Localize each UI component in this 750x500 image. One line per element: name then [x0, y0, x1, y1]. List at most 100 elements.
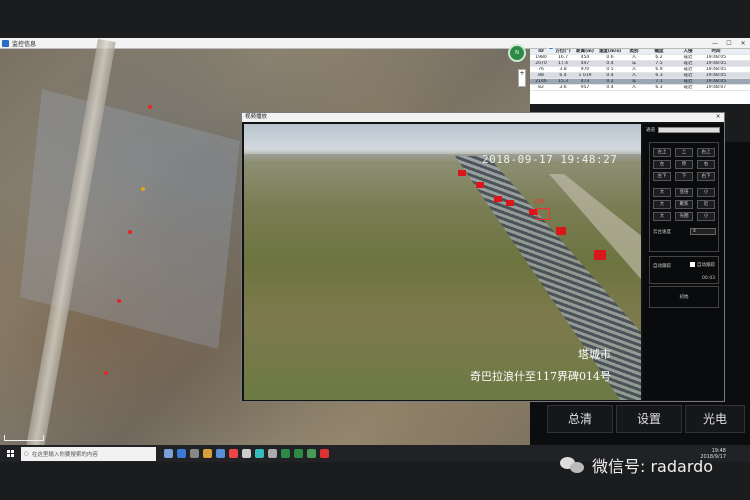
column-header[interactable]: 幅度: [644, 49, 674, 54]
focus-near-button[interactable]: 近: [697, 200, 715, 209]
ptz-control-panel: 通道 左上 上 右上 左 停 右 左下 下 右下 大 变倍 小 大 聚焦 近 大…: [643, 124, 724, 400]
zoom-in-button[interactable]: +: [518, 69, 526, 87]
map-scale-bar: [4, 435, 44, 441]
table-cell: 车: [631, 61, 637, 66]
column-header[interactable]: 方位(°): [552, 49, 574, 54]
table-cell: 19:48:05: [705, 67, 727, 72]
iris-close-button[interactable]: 小: [697, 212, 715, 221]
camera-feed[interactable]: 2018-09-17 19:48:27 car 塔城市 奇巴拉浪什至117界碑0…: [244, 124, 641, 400]
target-marker[interactable]: [128, 230, 132, 234]
target-marker[interactable]: [148, 105, 152, 109]
table-cell: 人: [631, 85, 637, 90]
target-marker[interactable]: [117, 299, 121, 303]
table-cell: 0.4: [606, 61, 614, 66]
app-icon[interactable]: [320, 449, 329, 458]
table-cell: 19:48:05: [705, 55, 727, 60]
target-marker[interactable]: [141, 187, 145, 191]
app-icon[interactable]: [242, 449, 251, 458]
track-toggle-label: 自动跟踪: [697, 263, 715, 268]
pan-up-right-button[interactable]: 右上: [697, 148, 715, 157]
focus-far-button[interactable]: 大: [653, 200, 671, 209]
pan-right-button[interactable]: 右: [697, 160, 715, 169]
pan-stop-button[interactable]: 停: [675, 160, 693, 169]
table-cell: 76: [538, 67, 544, 72]
table-cell: 2070: [535, 61, 547, 66]
table-row[interactable]: 82 3.6 957 0.4 人 6.3 靠近 19:48:07: [530, 85, 750, 91]
target-marker[interactable]: [104, 371, 108, 375]
table-cell: 靠近: [683, 55, 693, 60]
table-cell: 447: [580, 61, 590, 66]
taskbar-search[interactable]: ○ 在这里输入你要搜索的内容: [21, 446, 156, 461]
column-header[interactable]: 类别: [624, 49, 644, 54]
iris-label: 光圈: [675, 212, 693, 221]
column-header[interactable]: 入侵: [674, 49, 702, 54]
pan-down-left-button[interactable]: 左下: [653, 172, 671, 181]
column-header[interactable]: ID: [530, 49, 552, 54]
search-placeholder: 在这里输入你要搜索的内容: [31, 451, 98, 458]
table-cell: 19:48:05: [705, 79, 727, 84]
table-cell: 6.4: [559, 73, 567, 78]
browser-icon[interactable]: [229, 449, 238, 458]
app-icon[interactable]: [177, 449, 186, 458]
column-header[interactable]: 时间: [702, 49, 730, 54]
column-header[interactable]: 速度(m/s): [596, 49, 624, 54]
compass-icon[interactable]: N: [508, 44, 526, 62]
pan-up-left-button[interactable]: 左上: [653, 148, 671, 157]
pan-left-button[interactable]: 左: [653, 160, 671, 169]
maximize-button[interactable]: ☐: [722, 40, 736, 47]
osd-timestamp: 2018-09-17 19:48:27: [482, 153, 618, 166]
focus-label: 聚焦: [675, 200, 693, 209]
channel-select[interactable]: [658, 127, 720, 133]
optical-button[interactable]: 光电: [685, 405, 745, 433]
column-header[interactable]: 距离(m): [574, 49, 596, 54]
wechat-watermark: 微信号: radardo: [560, 453, 713, 477]
pan-up-button[interactable]: 上: [675, 148, 693, 157]
zoom-in-button[interactable]: 大: [653, 188, 671, 197]
task-view-icon[interactable]: [164, 449, 173, 458]
table-cell: 6.9: [655, 67, 663, 72]
app-icon[interactable]: [307, 449, 316, 458]
iris-open-button[interactable]: 大: [653, 212, 671, 221]
speed-select[interactable]: 4: [690, 228, 716, 235]
app-icon[interactable]: [190, 449, 199, 458]
windows-start-icon[interactable]: [4, 447, 18, 461]
table-cell: 2146: [535, 79, 547, 84]
window-title: 监控信息: [12, 40, 37, 48]
clear-all-button[interactable]: 总清: [547, 405, 613, 433]
app-icon: [2, 39, 9, 47]
table-cell: 957: [580, 85, 590, 90]
table-cell: 19:48:05: [705, 73, 727, 78]
table-cell: 6.3: [655, 73, 663, 78]
flag-icon: [556, 227, 566, 235]
table-cell: 靠近: [683, 79, 693, 84]
settings-button[interactable]: 设置: [616, 405, 682, 433]
folder-icon[interactable]: [203, 449, 212, 458]
flag-icon: [494, 196, 502, 202]
app-icon[interactable]: [255, 449, 264, 458]
close-button[interactable]: ✕: [736, 40, 750, 47]
table-cell: 970: [580, 67, 590, 72]
auto-track-checkbox[interactable]: [690, 262, 695, 267]
table-cell: 7.5: [655, 61, 663, 66]
reset-button[interactable]: 初始: [649, 286, 719, 308]
close-icon[interactable]: ✕: [712, 113, 724, 122]
table-cell: 0.5: [606, 67, 614, 72]
search-icon: ○: [24, 450, 29, 457]
border-fence: [455, 156, 641, 400]
app-icon[interactable]: [216, 449, 225, 458]
target-bounding-box: [537, 208, 550, 220]
taskbar-apps: [164, 449, 329, 458]
flag-icon: [458, 170, 466, 176]
channel-label: 通道: [646, 128, 655, 133]
table-cell: 7.1: [655, 79, 663, 84]
table-cell: 473: [580, 79, 590, 84]
app-icon[interactable]: [281, 449, 290, 458]
speed-label: 云台速度: [653, 230, 671, 235]
flag-icon: [529, 209, 537, 215]
settings-icon[interactable]: [268, 449, 277, 458]
app-icon[interactable]: [294, 449, 303, 458]
zoom-out-button[interactable]: 小: [697, 188, 715, 197]
minimize-button[interactable]: —: [708, 40, 722, 47]
pan-down-button[interactable]: 下: [675, 172, 693, 181]
pan-down-right-button[interactable]: 右下: [697, 172, 715, 181]
